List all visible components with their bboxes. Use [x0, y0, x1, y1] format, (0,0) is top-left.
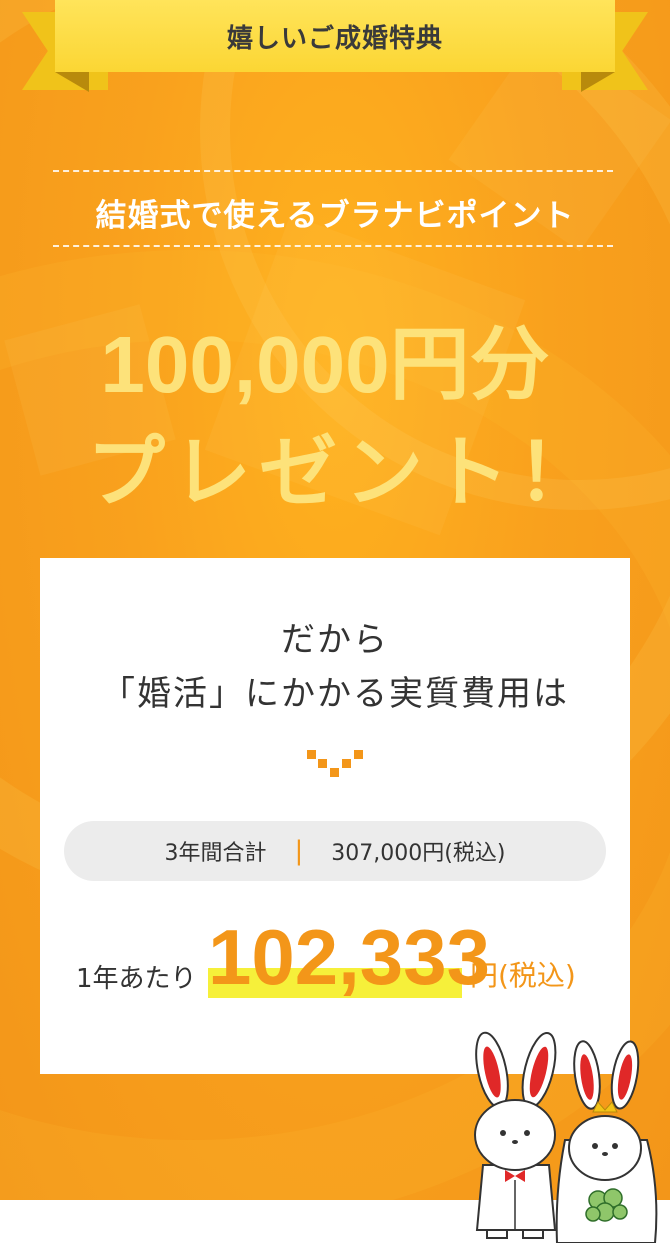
groom-rabbit-icon [474, 1031, 557, 1239]
per-year-value: 102,333 [208, 913, 490, 1001]
ribbon-main: 嬉しいご成婚特典 [55, 0, 615, 72]
per-year-label: 1年あたり [76, 964, 197, 994]
total-summary-pill: 3年間合計 | 307,000円(税込) [64, 821, 606, 881]
ribbon-banner: 嬉しいご成婚特典 [0, 0, 670, 100]
summary-value: 307,000円(税込) [331, 841, 506, 866]
points-title: 結婚式で使えるブラナビポイント [95, 198, 575, 234]
campaign-banner: 嬉しいご成婚特典 結婚式で使えるブラナビポイント 100,000円分 プレゼント… [0, 0, 670, 1200]
dashed-divider-top [53, 170, 613, 172]
dashed-divider-bottom [53, 245, 613, 247]
down-arrow-icon [307, 750, 363, 777]
rabbit-couple-illustration [474, 1031, 658, 1243]
ribbon-label: 嬉しいご成婚特典 [226, 23, 443, 54]
per-year-unit: 円(税込) [470, 959, 576, 992]
summary-label: 3年間合計 [164, 841, 267, 866]
summary-divider: | [294, 836, 304, 866]
present-text: プレゼント！ [86, 428, 603, 516]
card-heading: 「婚活」にかかる実質費用は [101, 674, 569, 714]
per-year-cost: 1年あたり 102,333 円(税込) [40, 913, 630, 1008]
bride-rabbit-icon [555, 1040, 658, 1243]
card-intro: だから [281, 620, 389, 660]
points-amount: 100,000円分 [100, 320, 550, 409]
cost-card: だから 「婚活」にかかる実質費用は 3年間合計 | 307,000円(税込) 1… [40, 558, 630, 1074]
